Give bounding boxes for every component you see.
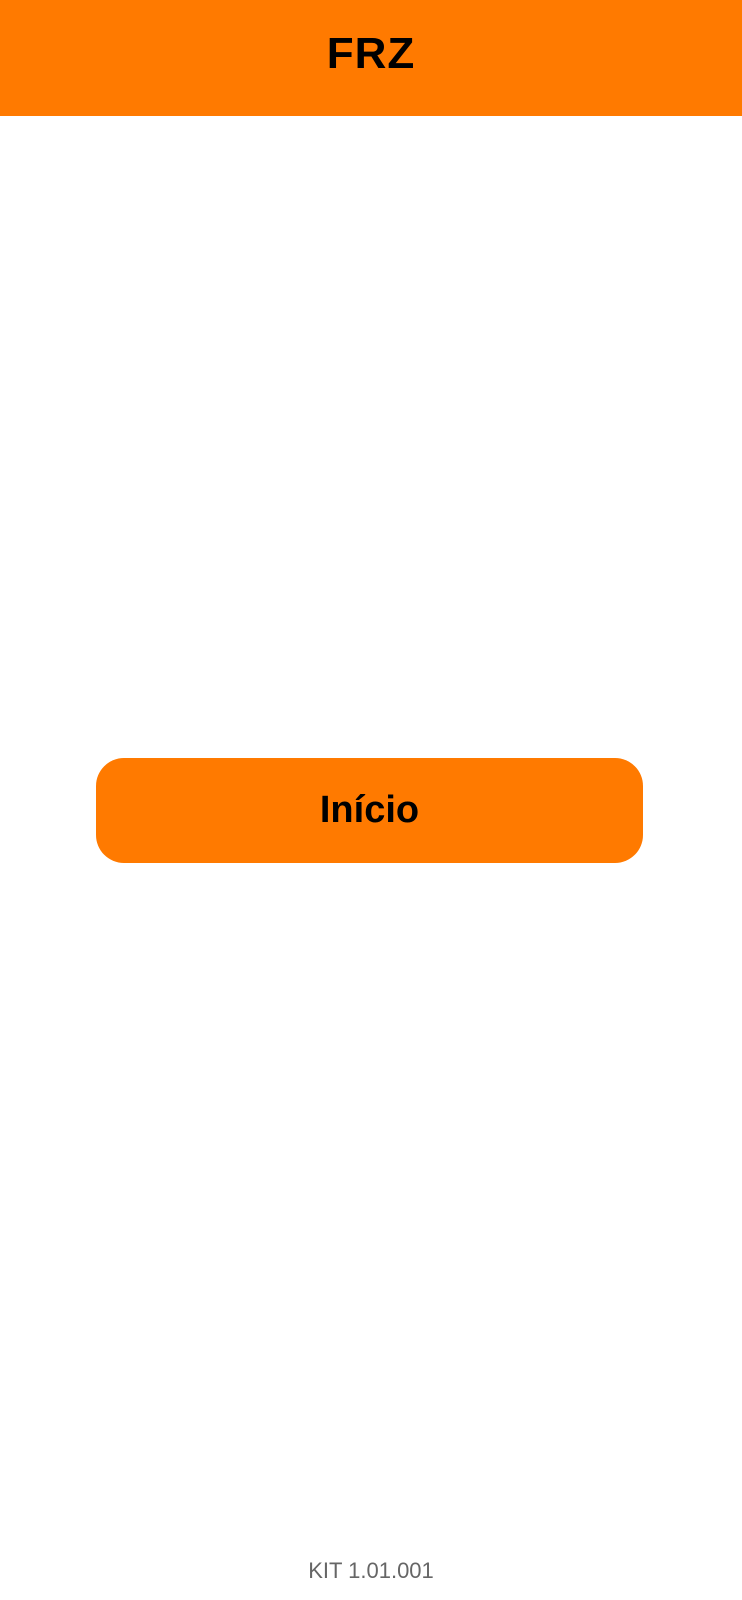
app-screen: FRZ Início KIT 1.01.001	[0, 0, 742, 1600]
start-button[interactable]: Início	[96, 758, 643, 863]
app-header: FRZ	[0, 0, 742, 116]
version-label: KIT 1.01.001	[308, 1558, 434, 1583]
start-button-label: Início	[319, 789, 420, 831]
header-title: FRZ	[326, 29, 416, 78]
